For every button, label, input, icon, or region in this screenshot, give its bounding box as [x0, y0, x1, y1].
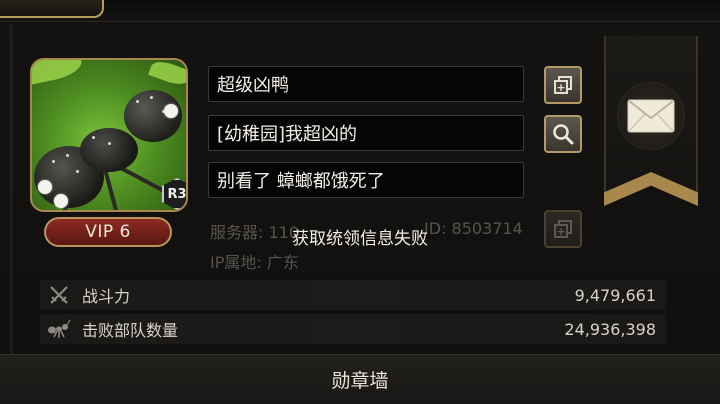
search-alliance-button[interactable] [544, 115, 582, 153]
ant-spike [52, 160, 55, 163]
rank-badge: R3 [162, 178, 186, 210]
stat-label-kills: 击败部队数量 [82, 321, 179, 340]
ant-spike [76, 170, 79, 173]
send-mail-button[interactable] [617, 82, 685, 150]
medal-wall-button[interactable]: 勋章墙 [0, 354, 720, 404]
commander-avatar[interactable]: R3 [30, 58, 188, 212]
left-rail [10, 24, 13, 354]
stat-value-power: 9,479,661 [574, 285, 656, 305]
ant-thorax [80, 128, 138, 172]
alliance-field[interactable]: [幼稚园]我超凶的 [208, 115, 524, 151]
signature-field[interactable]: 别看了 蟑螂都饿死了 [208, 162, 524, 198]
crossed-swords-icon [44, 280, 74, 310]
top-tab-edge [0, 0, 104, 18]
magnifier-icon [553, 124, 574, 145]
leaf-decoration [148, 60, 186, 89]
ant-spike [136, 100, 139, 103]
medal-wall-label: 勋章墙 [331, 370, 389, 392]
vip-badge[interactable]: VIP 6 [44, 217, 172, 247]
leaf-decoration [32, 60, 85, 86]
copy-name-button[interactable]: + [544, 66, 582, 104]
stat-value-kills: 24,936,398 [564, 319, 656, 339]
ant-spike [150, 96, 153, 99]
stat-label-power: 战斗力 [82, 287, 131, 306]
copy-icon: + [554, 220, 572, 238]
error-toast: 获取统领信息失败 [292, 229, 428, 249]
copy-id-button[interactable]: + [544, 210, 582, 248]
envelope-icon [627, 99, 675, 133]
ip-location-label: IP属地: 广东 [210, 253, 299, 272]
ant-spike [66, 154, 69, 157]
flower-decoration [164, 104, 178, 118]
ant-icon [44, 314, 74, 344]
commander-name-field[interactable]: 超级凶鸭 [208, 66, 524, 102]
ant-spike [92, 136, 95, 139]
top-strip [0, 0, 720, 22]
ant-spike [108, 142, 111, 145]
flower-decoration [38, 180, 52, 194]
flower-decoration [54, 194, 68, 208]
stat-row-kills: 击败部队数量 24,936,398 [40, 314, 666, 344]
stat-row-power: 战斗力 9,479,661 [40, 280, 666, 310]
copy-icon: + [554, 76, 572, 94]
